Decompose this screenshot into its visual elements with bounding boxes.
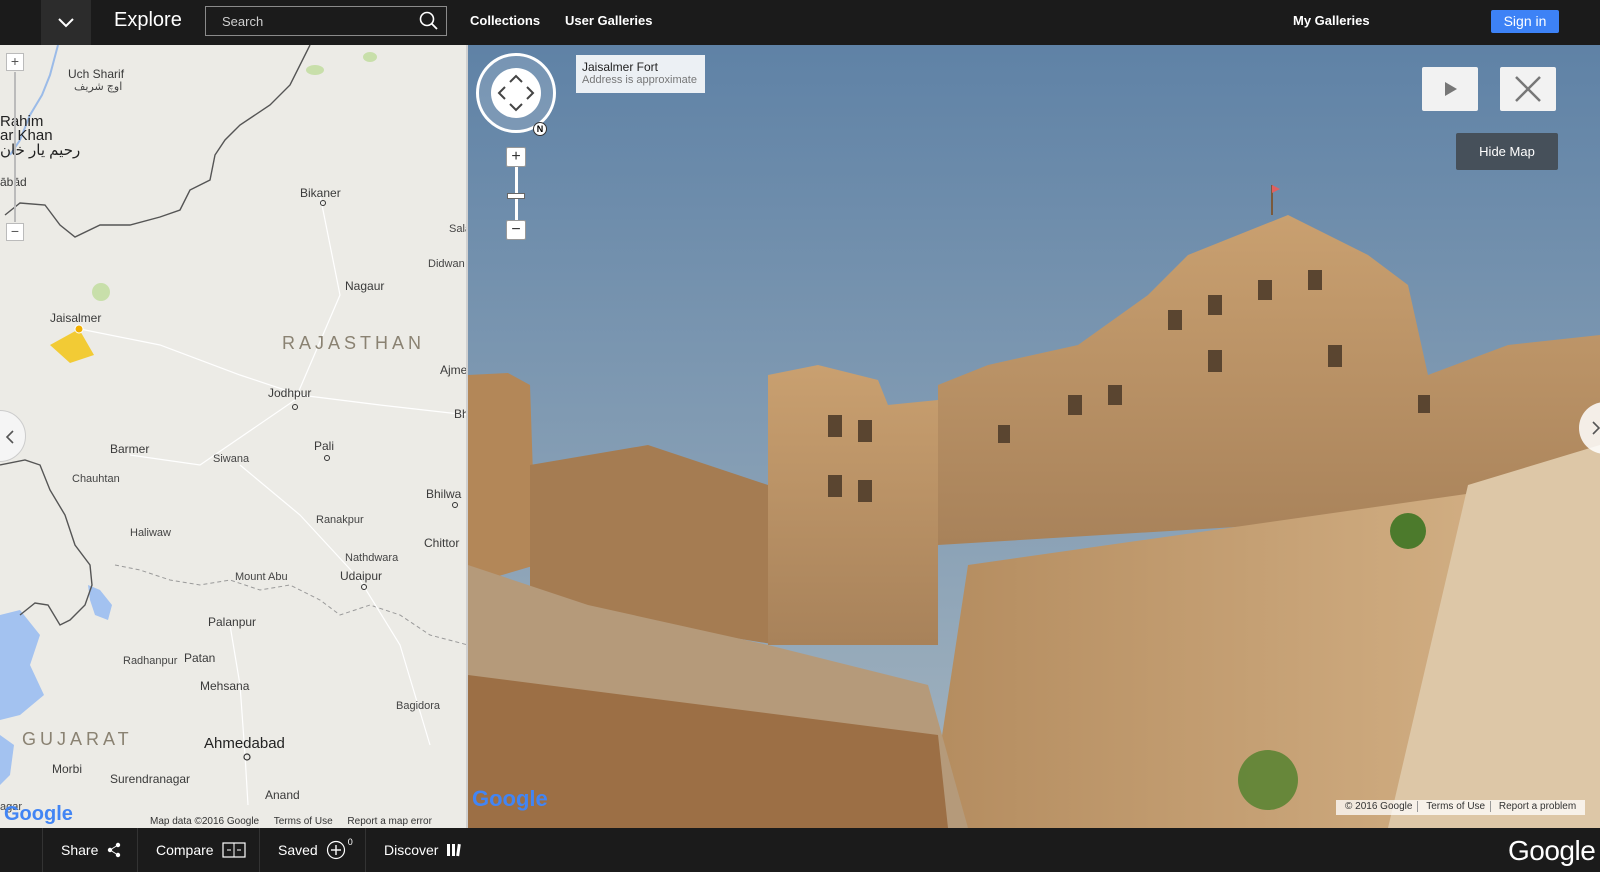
search-input[interactable] — [206, 7, 416, 35]
map-report-error-link[interactable]: Report a map error — [347, 816, 431, 827]
map-data-credit: Map data ©2016 Google — [150, 816, 260, 827]
map-place-pali: Pali — [314, 439, 335, 453]
nav-collections[interactable]: Collections — [470, 13, 540, 28]
share-button[interactable]: Share — [42, 828, 137, 872]
street-view-panel[interactable]: N + − Jaisalmer Fort Address is approxim… — [468, 45, 1600, 828]
address-title: Jaisalmer Fort — [582, 60, 659, 74]
play-button[interactable] — [1422, 67, 1478, 111]
close-button[interactable] — [1500, 67, 1556, 111]
pan-arrows-icon — [497, 74, 535, 112]
map-place-bagidora: Bagidora — [396, 700, 441, 712]
sv-zoom-in-button[interactable]: + — [506, 147, 526, 167]
map-zoom-track — [14, 72, 16, 222]
map-place-udaipur: Udaipur — [340, 569, 383, 583]
share-icon — [108, 842, 121, 858]
map-place-surendranagar: Surendranagar — [110, 772, 191, 786]
discover-button[interactable]: Discover — [365, 828, 475, 872]
compare-icon — [221, 842, 246, 858]
map-place-didwana: Didwan — [428, 258, 465, 270]
sv-zoom-out-button[interactable]: − — [506, 220, 526, 240]
map-place-radhanpur: Radhanpur — [123, 655, 178, 667]
chevron-right-icon — [1592, 421, 1600, 435]
map-zoom-out-button[interactable]: − — [6, 223, 24, 241]
address-box: Jaisalmer Fort Address is approximate — [576, 55, 705, 93]
discover-label: Discover — [384, 842, 439, 858]
nav-my-galleries[interactable]: My Galleries — [1293, 13, 1370, 28]
sv-report-link[interactable]: Report a problem — [1494, 801, 1581, 812]
map-place-ranakpur: Ranakpur — [316, 514, 364, 526]
close-icon — [1515, 76, 1541, 102]
map-place-uch-sharif: Uch Sharif — [68, 67, 125, 81]
pan-compass-control[interactable]: N — [476, 53, 556, 136]
map-place-haliwaw: Haliwaw — [130, 527, 171, 539]
sv-google-logo: Google — [472, 786, 548, 812]
share-label: Share — [61, 842, 99, 858]
map-place-siwana: Siwana — [213, 453, 250, 465]
map-logo-text: Google — [4, 803, 73, 825]
map-place-chauhtan: Chauhtan — [72, 473, 120, 485]
sv-next-button[interactable] — [1579, 402, 1600, 454]
sign-in-button[interactable]: Sign in — [1491, 10, 1559, 33]
map-region-rajasthan: RAJASTHAN — [282, 333, 426, 353]
google-wordmark: Google — [1508, 835, 1596, 866]
search-box — [205, 6, 447, 36]
map-footer: Map data ©2016 Google Terms of Use Repor… — [150, 816, 444, 827]
map-place-ahmedabad: Ahmedabad — [204, 735, 285, 752]
chevron-left-icon — [5, 430, 14, 444]
nav-user-galleries[interactable]: User Galleries — [565, 13, 652, 28]
map-place-ajmer: Ajme — [440, 363, 468, 377]
sv-logo-text: Google — [472, 786, 548, 811]
page-title: Explore — [114, 9, 182, 31]
map-place-rahim-urdu: رحیم یار خان — [0, 142, 81, 159]
saved-button[interactable]: Saved 0 — [259, 828, 365, 872]
saved-count-badge: 0 — [347, 837, 353, 847]
address-subtitle: Address is approximate — [582, 74, 697, 86]
map-panel[interactable]: Uch Sharif اوچ شریف Rahim ar Khan رحیم ی… — [0, 45, 468, 828]
sv-footer: © 2016 Google Terms of Use Report a prob… — [1336, 800, 1586, 815]
map-place-morbi: Morbi — [52, 762, 83, 776]
saved-label: Saved — [278, 842, 318, 858]
map-place-anand: Anand — [265, 788, 300, 802]
map-place-bh: Bh — [454, 407, 468, 421]
chevron-down-icon — [58, 17, 74, 27]
map-place-sala: Sala — [449, 223, 466, 235]
street-view-image — [468, 45, 1600, 828]
map-place-chittor: Chittor — [424, 536, 460, 550]
map-google-logo: Google — [4, 803, 73, 826]
map-place-bikaner: Bikaner — [300, 186, 341, 200]
map-place-bhilwara: Bhilwa — [426, 487, 462, 501]
app-root: Explore Collections User Galleries My Ga… — [0, 0, 1600, 872]
map-place-jodhpur: Jodhpur — [268, 386, 312, 400]
map-place-mehsana: Mehsana — [200, 679, 250, 693]
compass-dial — [491, 68, 541, 118]
bottom-bar: Share Compare Saved 0 Discover Google — [0, 828, 1600, 872]
sv-zoom-thumb[interactable] — [507, 193, 525, 199]
map-place-barmer: Barmer — [110, 442, 150, 456]
map-terms-link[interactable]: Terms of Use — [274, 816, 333, 827]
book-icon — [447, 843, 462, 857]
compare-label: Compare — [156, 842, 214, 858]
map-region-gujarat: GUJARAT — [22, 729, 133, 749]
map-place-palanpur: Palanpur — [208, 615, 257, 629]
compass-north-indicator: N — [533, 122, 547, 136]
play-icon — [1445, 82, 1457, 96]
search-icon — [419, 11, 438, 30]
map-place-nagaur: Nagaur — [345, 279, 385, 293]
map-place-patan: Patan — [184, 651, 216, 665]
map-place-jaisalmer: Jaisalmer — [50, 311, 102, 325]
sv-terms-link[interactable]: Terms of Use — [1421, 801, 1492, 812]
menu-toggle-button[interactable] — [41, 0, 91, 45]
sv-copyright: © 2016 Google — [1340, 801, 1419, 812]
top-bar: Explore Collections User Galleries My Ga… — [0, 0, 1600, 45]
map-place-nathdwara: Nathdwara — [345, 552, 399, 564]
map-place-mount-abu: Mount Abu — [235, 571, 288, 583]
add-circle-icon — [326, 840, 345, 860]
map-zoom-in-button[interactable]: + — [6, 53, 24, 71]
map-prev-button[interactable] — [0, 410, 26, 462]
compare-button[interactable]: Compare — [137, 828, 259, 872]
map-place-uch-sharif-urdu: اوچ شریف — [74, 81, 123, 93]
hide-map-button[interactable]: Hide Map — [1456, 133, 1558, 170]
search-button[interactable] — [418, 10, 442, 32]
